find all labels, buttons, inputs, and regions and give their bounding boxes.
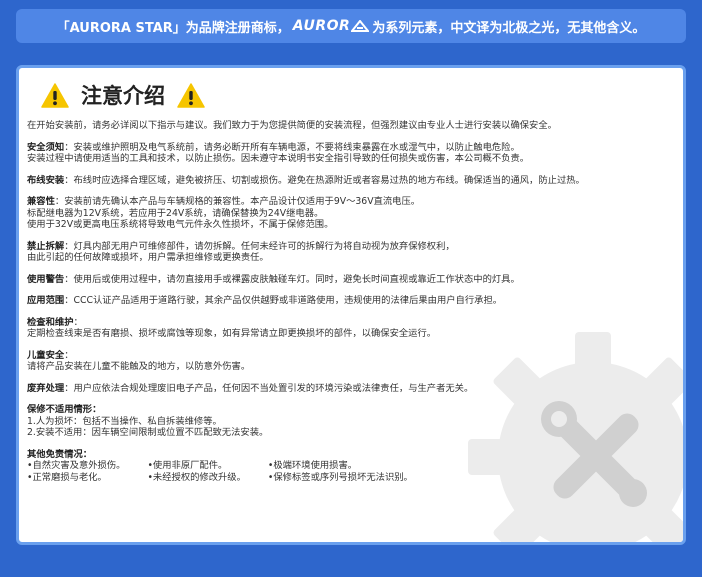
exemption-columns: •自然灾害及意外损伤。 •正常磨损与老化。 •使用非原厂配件。 •未经授权的修改… xyxy=(27,460,667,483)
section-line: 应用范围：CCC认证产品适用于道路行驶，其余产品仅供越野或非道路使用，违规使用的… xyxy=(27,295,667,307)
section-label: 兼容性 xyxy=(27,196,55,207)
warning-icon xyxy=(177,82,205,108)
title-text: 注意介绍 xyxy=(81,84,165,108)
section-line: 使用警告：使用后或使用过程中，请勿直接用手或裸露皮肤触碰车灯。同时，避免长时间直… xyxy=(27,274,667,286)
exemption-column: •极端环境使用损害。 •保修标签或序列号损坏无法识别。 xyxy=(268,460,413,483)
banner-suffix: 为系列元素，中文译为北极之光，无其他含义。 xyxy=(372,20,646,36)
section-text: ：安装或维护照明及电气系统前，请务必断开所有车辆电源，不要将线束暴露在水或湿气中… xyxy=(64,141,520,153)
section-text: ：布线时应选择合理区域，避免被挤压、切割或损伤。避免在热源附近或者容易过热的地方… xyxy=(64,174,585,186)
section-wiring: 布线安装：布线时应选择合理区域，避免被挤压、切割或损伤。避免在热源附近或者容易过… xyxy=(27,175,667,187)
section-text: ：灯具内部无用户可维修部件，请勿拆解。任何未经许可的拆解行为将自动视为放弃保修权… xyxy=(64,240,455,252)
page-title: 注意介绍 xyxy=(29,80,217,110)
section-text: ：用户应依法合规处理废旧电子产品，任何因不当处置引发的环境污染或法律责任，与生产… xyxy=(64,382,474,394)
section-colon: ： xyxy=(64,349,74,361)
intro-text: 在开始安装前，请务必详阅以下指示与建议。我们致力于为您提供简便的安装流程，但强烈… xyxy=(27,120,557,131)
section-text: 安装过程中请使用适当的工具和技术，以防止损伤。因未遵守本说明书安全指引导致的任何… xyxy=(27,153,530,164)
section-text: 标配继电器为12V系统，若应用于24V系统，请确保替换为24V继电器。 xyxy=(27,207,324,219)
banner-prefix: 「AURORA STAR」为品牌注册商标， xyxy=(56,20,290,36)
section-text: 请将产品安装在儿童不能触及的地方，以防意外伤害。 xyxy=(27,361,251,372)
section-line: 布线安装：布线时应选择合理区域，避免被挤压、切割或损伤。避免在热源附近或者容易过… xyxy=(27,175,667,187)
logo-star-a-icon xyxy=(351,20,370,32)
list-item: •极端环境使用损害。 xyxy=(267,460,358,471)
section-label: 使用警告 xyxy=(27,273,65,285)
section-label: 儿童安全 xyxy=(27,349,65,361)
section-label: 禁止拆解 xyxy=(27,240,65,252)
list-item: •正常磨损与老化。 xyxy=(27,471,107,483)
list-item: 2.安装不适用：因车辆空间限制或位置不匹配致无法安装。 xyxy=(27,427,269,438)
section-line: 禁止拆解：灯具内部无用户可维修部件，请勿拆解。任何未经许可的拆解行为将自动视为放… xyxy=(27,241,667,253)
section-line: 其他免责情况： xyxy=(27,449,667,461)
section-label: 其他免责情况： xyxy=(27,448,93,460)
notice-card: 注意介绍 在开始安装前，请务必详阅以下指示与建议。我们致力于为您提供简便的安装流… xyxy=(16,65,686,545)
section-label: 检查和维护 xyxy=(27,316,74,328)
warning-icon xyxy=(41,82,69,108)
section-label: 安全须知 xyxy=(27,141,65,153)
list-item: •未经授权的修改升级。 xyxy=(147,471,246,483)
section-text: 由此引起的任何故障或损坏，用户需承担维修或更换责任。 xyxy=(27,252,269,263)
section-label: 应用范围 xyxy=(27,295,65,306)
section-line: 安全须知：安装或维护照明及电气系统前，请务必断开所有车辆电源，不要将线束暴露在水… xyxy=(27,142,667,154)
section-scope: 应用范围：CCC认证产品适用于道路行驶，其余产品仅供越野或非道路使用，违规使用的… xyxy=(27,295,667,307)
section-text: ：安装前请先确认本产品与车辆规格的兼容性。本产品设计仅适用于9V～36V直流电压… xyxy=(54,196,421,207)
section-install: 安全须知：安装或维护照明及电气系统前，请务必断开所有车辆电源，不要将线束暴露在水… xyxy=(27,142,667,165)
section-line: 废弃处理：用户应依法合规处理废旧电子产品，任何因不当处置引发的环境污染或法律责任… xyxy=(27,383,667,395)
section-label: 布线安装 xyxy=(27,174,65,186)
exemption-column: •自然灾害及意外损伤。 •正常磨损与老化。 xyxy=(27,460,125,483)
section-maintenance: 检查和维护： 定期检查线束是否有磨损、损坏或腐蚀等现象，如有异常请立即更换损坏的… xyxy=(27,317,667,340)
section-line: 检查和维护： xyxy=(27,317,667,329)
section-label: 废弃处理 xyxy=(27,382,65,394)
exemption-column: •使用非原厂配件。 •未经授权的修改升级。 xyxy=(147,460,245,483)
section-line: 儿童安全： xyxy=(27,350,667,362)
section-usage-warning: 使用警告：使用后或使用过程中，请勿直接用手或裸露皮肤触碰车灯。同时，避免长时间直… xyxy=(27,274,667,286)
section-compat: 兼容性：安装前请先确认本产品与车辆规格的兼容性。本产品设计仅适用于9V～36V直… xyxy=(27,196,667,231)
brand-banner: 「AURORA STAR」为品牌注册商标， AUROR 为系列元素，中文译为北极… xyxy=(16,9,686,43)
list-item: 1.人为损坏：包括不当操作、私自拆装维修等。 xyxy=(27,415,222,427)
section-disposal: 废弃处理：用户应依法合规处理废旧电子产品，任何因不当处置引发的环境污染或法律责任… xyxy=(27,383,667,395)
section-not-covered: 保修不适用情形： 1.人为损坏：包括不当操作、私自拆装维修等。 2.安装不适用：… xyxy=(27,404,667,439)
section-text: ：CCC认证产品适用于道路行驶，其余产品仅供越野或非道路使用，违规使用的法律后果… xyxy=(64,295,503,306)
list-item: •自然灾害及意外损伤。 xyxy=(27,460,126,471)
intro-paragraph: 在开始安装前，请务必详阅以下指示与建议。我们致力于为您提供简便的安装流程，但强烈… xyxy=(27,120,667,132)
list-item: •保修标签或序列号损坏无法识别。 xyxy=(267,471,413,483)
section-disassembly: 禁止拆解：灯具内部无用户可维修部件，请勿拆解。任何未经许可的拆解行为将自动视为放… xyxy=(27,241,667,264)
section-exemptions: 其他免责情况： •自然灾害及意外损伤。 •正常磨损与老化。 •使用非原厂配件。 … xyxy=(27,449,667,484)
aurora-logo: AUROR xyxy=(293,18,370,34)
section-colon: ： xyxy=(73,316,83,328)
notice-content: 在开始安装前，请务必详阅以下指示与建议。我们致力于为您提供简便的安装流程，但强烈… xyxy=(27,120,667,493)
section-line: 兼容性：安装前请先确认本产品与车辆规格的兼容性。本产品设计仅适用于9V～36V直… xyxy=(27,196,667,208)
section-text: 定期检查线束是否有磨损、损坏或腐蚀等现象，如有异常请立即更换损坏的部件，以确保安… xyxy=(27,328,437,339)
list-item: •使用非原厂配件。 xyxy=(147,460,228,471)
section-child: 儿童安全： 请将产品安装在儿童不能触及的地方，以防意外伤害。 xyxy=(27,350,667,373)
section-text: ：使用后或使用过程中，请勿直接用手或裸露皮肤触碰车灯。同时，避免长时间直视或靠近… xyxy=(64,273,520,285)
section-line: 保修不适用情形： xyxy=(27,404,667,416)
section-text: 使用于32V或更高电压系统将导致电气元件永久性损坏，不属于保修范围。 xyxy=(27,219,334,230)
logo-text: AUROR xyxy=(292,18,351,34)
section-label: 保修不适用情形： xyxy=(27,404,102,415)
